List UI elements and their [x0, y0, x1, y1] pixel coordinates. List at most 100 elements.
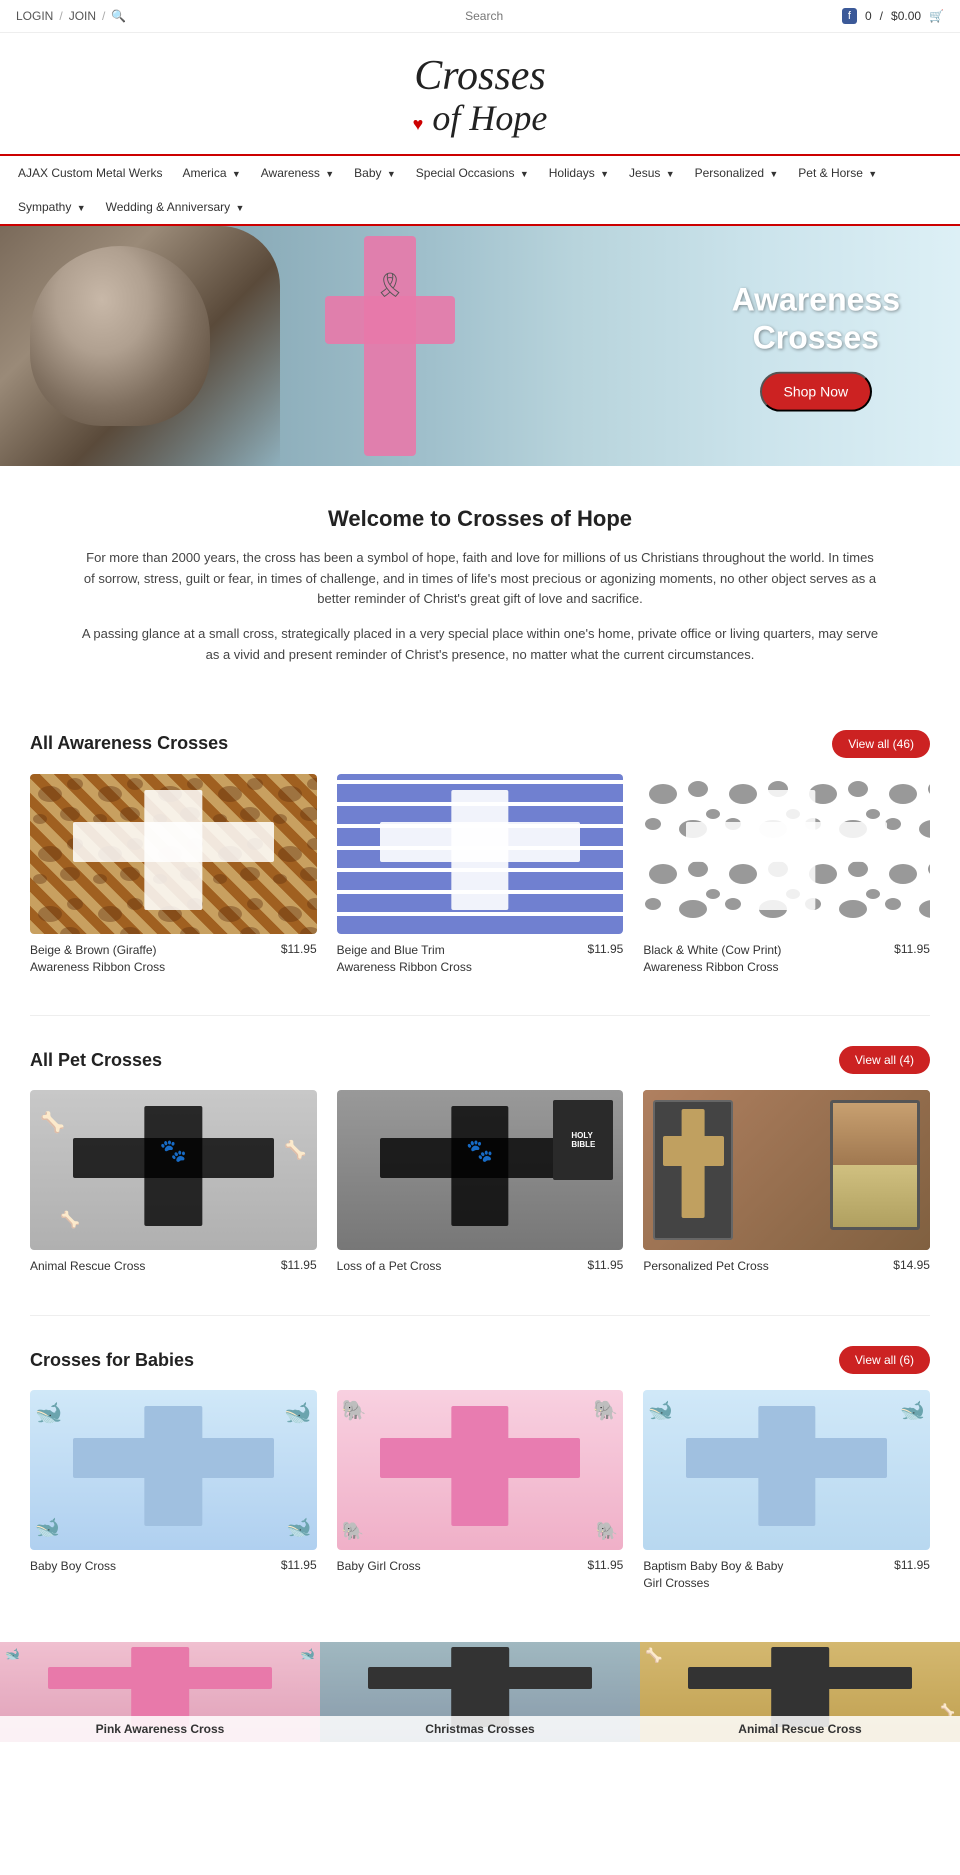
product-card-giraffe[interactable]: Beige & Brown (Giraffe)Awareness Ribbon …: [30, 774, 317, 976]
product-image-baby-boy: 🐋 🐋 🐋 🐋: [30, 1390, 317, 1550]
product-card-cow[interactable]: Black & White (Cow Print)Awareness Ribbo…: [643, 774, 930, 976]
product-info-loss-pet: Loss of a Pet Cross $11.95: [337, 1258, 624, 1275]
divider1: [30, 1015, 930, 1016]
facebook-icon[interactable]: f: [842, 8, 857, 24]
welcome-paragraph1: For more than 2000 years, the cross has …: [80, 548, 880, 610]
nav-item-wedding[interactable]: Wedding & Anniversary ▼: [96, 190, 255, 224]
logo-area: Crosses ♥ of Hope: [0, 33, 960, 154]
ribbon-icon: 🎗: [375, 271, 405, 300]
product-price-baby-girl: $11.95: [588, 1558, 624, 1572]
product-info-pers-pet: Personalized Pet Cross $14.95: [643, 1258, 930, 1275]
product-name-animal-rescue: Animal Rescue Cross: [30, 1258, 281, 1275]
nav-item-holidays[interactable]: Holidays ▼: [539, 156, 619, 190]
product-price-baby-boy: $11.95: [281, 1558, 317, 1572]
top-bar-left: LOGIN / JOIN / 🔍: [16, 9, 126, 23]
cross-overlay-blue: [337, 774, 624, 934]
cross-overlay-animal: 🐾: [30, 1090, 317, 1250]
pet-view-all-button[interactable]: View all (4): [839, 1046, 930, 1074]
product-image-animal-rescue: 🦴 🦴 🦴 🐾: [30, 1090, 317, 1250]
nav-item-pet[interactable]: Pet & Horse ▼: [788, 156, 887, 190]
frame-top: [833, 1103, 917, 1165]
cross-overlay-baptism: [643, 1390, 930, 1550]
product-card-blue-stripes[interactable]: Beige and Blue TrimAwareness Ribbon Cros…: [337, 774, 624, 976]
pet-section-title: All Pet Crosses: [30, 1050, 162, 1071]
product-info-cow: Black & White (Cow Print)Awareness Ribbo…: [643, 942, 930, 976]
cart-price: $0.00: [891, 9, 921, 23]
teaser-animal-rescue[interactable]: 🦴 🦴 Animal Rescue Cross: [640, 1642, 960, 1742]
product-name-baby-girl: Baby Girl Cross: [337, 1558, 588, 1575]
nav-item-baby[interactable]: Baby ▼: [344, 156, 406, 190]
product-info-animal-rescue: Animal Rescue Cross $11.95: [30, 1258, 317, 1275]
join-link[interactable]: JOIN: [69, 9, 96, 23]
divider2: [30, 1315, 930, 1316]
product-card-animal-rescue[interactable]: 🦴 🦴 🦴 🐾 Animal Rescue Cross $11.95: [30, 1090, 317, 1275]
logo-heart: ♥: [413, 114, 424, 134]
nav-list: AJAX Custom Metal Werks America ▼ Awaren…: [0, 156, 960, 224]
teaser-label-animal: Animal Rescue Cross: [640, 1716, 960, 1742]
bottom-teaser-row: 🐋 🐋 Pink Awareness Cross Christmas Cross…: [0, 1642, 960, 1742]
logo[interactable]: Crosses ♥ of Hope: [413, 53, 548, 139]
welcome-title: Welcome to Crosses of Hope: [80, 506, 880, 532]
nav-item-america[interactable]: America ▼: [172, 156, 250, 190]
product-card-baby-boy[interactable]: 🐋 🐋 🐋 🐋 Baby Boy Cross $11.95: [30, 1390, 317, 1592]
shop-now-button[interactable]: Shop Now: [760, 371, 873, 411]
hero-text-area: Awareness Crosses Shop Now: [732, 280, 900, 411]
cross-frame: [653, 1100, 733, 1240]
product-card-baby-girl[interactable]: 🐘 🐘 🐘 🐘 Baby Girl Cross $11.95: [337, 1390, 624, 1592]
teaser-christmas[interactable]: Christmas Crosses: [320, 1642, 640, 1742]
baby-view-all-button[interactable]: View all (6): [839, 1346, 930, 1374]
frame-bottom: [833, 1165, 917, 1227]
teaser-whale2: 🐋: [300, 1647, 315, 1661]
teaser-pink-awareness[interactable]: 🐋 🐋 Pink Awareness Cross: [0, 1642, 320, 1742]
hero-cross: 🎗: [340, 236, 440, 456]
cross-horizontal: [325, 296, 455, 344]
product-image-cow: [643, 774, 930, 934]
teaser-cross-h-pink: [48, 1667, 272, 1689]
welcome-paragraph2: A passing glance at a small cross, strat…: [80, 624, 880, 666]
nav-item-awareness[interactable]: Awareness ▼: [251, 156, 344, 190]
product-name-pers-pet: Personalized Pet Cross: [643, 1258, 893, 1275]
product-card-baptism[interactable]: 🐋 🐋 Baptism Baby Boy & BabyGirl Crosses …: [643, 1390, 930, 1592]
cross-h-baby-boy: [73, 1438, 274, 1478]
product-price-cow: $11.95: [894, 942, 930, 956]
cross-overlay-giraffe: [30, 774, 317, 934]
nav-item-special[interactable]: Special Occasions ▼: [406, 156, 539, 190]
nav-item-jesus[interactable]: Jesus ▼: [619, 156, 685, 190]
baby-product-grid: 🐋 🐋 🐋 🐋 Baby Boy Cross $11.95 🐘 🐘 🐘 �: [30, 1390, 930, 1592]
baby-section: Crosses for Babies View all (6) 🐋 🐋 🐋 🐋 …: [0, 1326, 960, 1622]
login-link[interactable]: LOGIN: [16, 9, 53, 23]
product-price-pers-pet: $14.95: [893, 1258, 930, 1272]
teaser-label-pink: Pink Awareness Cross: [0, 1716, 320, 1742]
cart-separator: /: [880, 9, 883, 23]
awareness-product-grid: Beige & Brown (Giraffe)Awareness Ribbon …: [30, 774, 930, 976]
teaser-whale1: 🐋: [5, 1647, 20, 1661]
product-price-baptism: $11.95: [894, 1558, 930, 1572]
search-icon-small: 🔍: [111, 9, 126, 23]
teaser-cross-h-animal: [688, 1667, 912, 1689]
product-card-pers-pet[interactable]: Personalized Pet Cross $14.95: [643, 1090, 930, 1275]
paw-icon: 🐾: [160, 1138, 187, 1164]
logo-line1: Crosses: [414, 53, 545, 99]
awareness-section: All Awareness Crosses View all (46) Beig…: [0, 710, 960, 1006]
product-price-animal-rescue: $11.95: [281, 1258, 317, 1272]
product-card-loss-pet[interactable]: 🐾 HOLYBIBLE Loss of a Pet Cross $11.95: [337, 1090, 624, 1275]
cart-count: 0: [865, 9, 872, 23]
awareness-view-all-button[interactable]: View all (46): [832, 730, 930, 758]
nav-item-ajax[interactable]: AJAX Custom Metal Werks: [8, 156, 172, 190]
awareness-header: All Awareness Crosses View all (46): [30, 730, 930, 758]
cart-icon[interactable]: 🛒: [929, 9, 944, 23]
product-info-baptism: Baptism Baby Boy & BabyGirl Crosses $11.…: [643, 1558, 930, 1592]
product-name-baby-boy: Baby Boy Cross: [30, 1558, 281, 1575]
top-bar-right: f 0 / $0.00 🛒: [842, 8, 944, 24]
nav-item-sympathy[interactable]: Sympathy ▼: [8, 190, 96, 224]
pet-product-grid: 🦴 🦴 🦴 🐾 Animal Rescue Cross $11.95: [30, 1090, 930, 1275]
product-info-baby-girl: Baby Girl Cross $11.95: [337, 1558, 624, 1575]
nav-item-personalized[interactable]: Personalized ▼: [685, 156, 789, 190]
pet-section: All Pet Crosses View all (4) 🦴 🦴 🦴 🐾 Ani…: [0, 1026, 960, 1305]
product-price-blue: $11.95: [588, 942, 624, 956]
product-name-giraffe: Beige & Brown (Giraffe)Awareness Ribbon …: [30, 942, 281, 976]
product-name-baptism: Baptism Baby Boy & BabyGirl Crosses: [643, 1558, 894, 1592]
hero-title: Awareness Crosses: [732, 280, 900, 357]
cross-h-frame: [663, 1136, 724, 1166]
teaser-label-christmas: Christmas Crosses: [320, 1716, 640, 1742]
